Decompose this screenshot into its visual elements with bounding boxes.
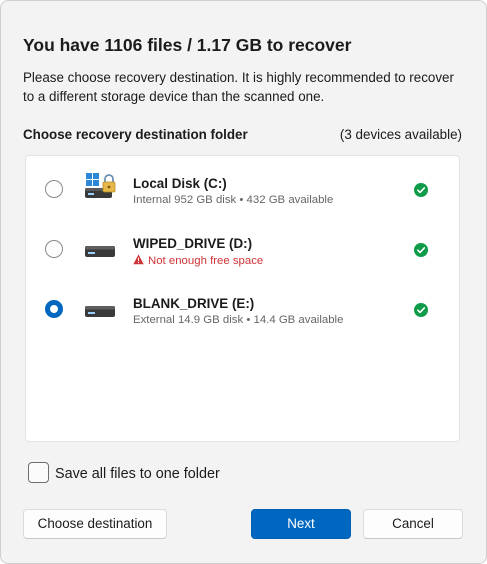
cancel-button[interactable]: Cancel: [363, 509, 463, 539]
check-circle-icon: [414, 243, 428, 257]
drive-name-d: WIPED_DRIVE (D:): [133, 236, 253, 251]
next-button[interactable]: Next: [251, 509, 351, 539]
drive-list: Local Disk (C:) Internal 952 GB disk • 4…: [25, 155, 460, 442]
drive-detail-d: Not enough free space: [133, 254, 263, 267]
drive-name-c: Local Disk (C:): [133, 176, 227, 191]
drive-row-d[interactable]: WIPED_DRIVE (D:) Not enough free space: [26, 218, 459, 274]
dialog-title: You have 1106 files / 1.17 GB to recover: [23, 35, 352, 55]
hard-drive-icon: [85, 306, 115, 317]
drive-row-c[interactable]: Local Disk (C:) Internal 952 GB disk • 4…: [26, 158, 459, 214]
hard-drive-icon: [85, 246, 115, 257]
system-drive-locked-icon: [85, 173, 116, 198]
drive-warning-text-d: Not enough free space: [148, 255, 264, 267]
drive-detail-e: External 14.9 GB disk • 14.4 GB availabl…: [133, 314, 344, 326]
choose-destination-button[interactable]: Choose destination: [23, 509, 167, 539]
devices-count: (3 devices available): [339, 127, 462, 142]
drive-radio-c[interactable]: [45, 180, 63, 198]
drive-detail-c: Internal 952 GB disk • 432 GB available: [133, 194, 334, 206]
drive-name-e: BLANK_DRIVE (E:): [133, 296, 255, 311]
save-all-checkbox[interactable]: [28, 462, 49, 483]
drive-radio-e[interactable]: [45, 300, 63, 318]
save-all-label: Save all files to one folder: [55, 466, 220, 482]
recovery-dialog: You have 1106 files / 1.17 GB to recover…: [0, 0, 487, 564]
dialog-description: Please choose recovery destination. It i…: [23, 70, 454, 104]
check-circle-icon: [414, 303, 428, 317]
section-label: Choose recovery destination folder: [23, 127, 248, 142]
drive-row-e[interactable]: BLANK_DRIVE (E:) External 14.9 GB disk •…: [26, 278, 459, 334]
check-circle-icon: [414, 183, 428, 197]
drive-radio-d[interactable]: [45, 240, 63, 258]
warning-icon: [133, 254, 144, 265]
